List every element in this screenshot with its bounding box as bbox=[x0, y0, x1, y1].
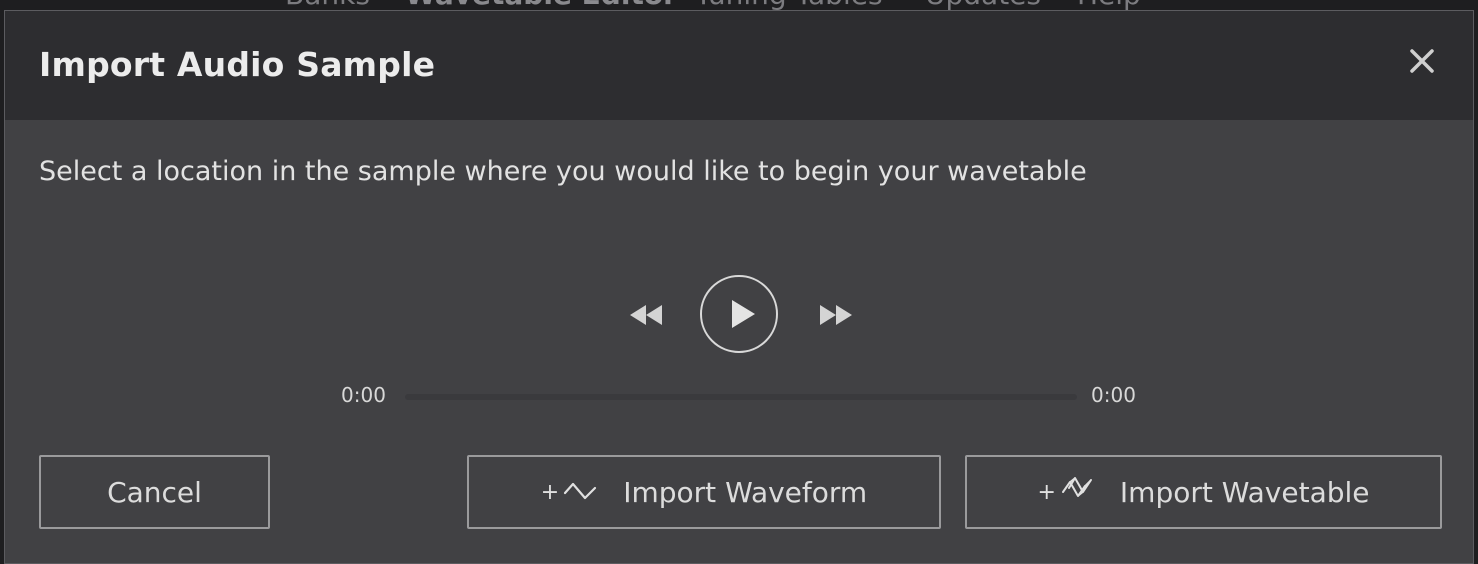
import-wavetable-label: Import Wavetable bbox=[1119, 475, 1370, 509]
fast-forward-icon bbox=[820, 305, 852, 325]
wavetable-icon bbox=[1060, 474, 1094, 511]
import-wavetable-button[interactable]: + Import Wavetable bbox=[965, 455, 1442, 529]
play-button[interactable] bbox=[700, 275, 778, 353]
rewind-icon bbox=[630, 305, 662, 325]
waveform-icon bbox=[563, 476, 597, 509]
plus-icon: + bbox=[1037, 479, 1056, 505]
import-waveform-button[interactable]: + Import Waveform bbox=[467, 455, 941, 529]
cancel-button-label: Cancel bbox=[107, 475, 202, 509]
close-icon bbox=[1410, 49, 1434, 73]
import-waveform-label: Import Waveform bbox=[623, 475, 868, 509]
close-button[interactable] bbox=[1405, 45, 1439, 79]
cancel-button[interactable]: Cancel bbox=[39, 455, 270, 529]
dialog-header: Import Audio Sample bbox=[5, 11, 1473, 120]
fast-forward-button[interactable] bbox=[817, 301, 857, 329]
plus-icon: + bbox=[540, 479, 560, 505]
time-total: 0:00 bbox=[1091, 383, 1136, 407]
rewind-button[interactable] bbox=[627, 301, 667, 329]
dialog-title: Import Audio Sample bbox=[39, 45, 436, 84]
playback-scrubber[interactable] bbox=[405, 394, 1077, 400]
time-current: 0:00 bbox=[341, 383, 386, 407]
play-icon bbox=[732, 300, 755, 328]
import-audio-sample-dialog: Import Audio Sample Select a location in… bbox=[4, 10, 1474, 564]
transport-controls bbox=[5, 273, 1473, 355]
instruction-text: Select a location in the sample where yo… bbox=[39, 156, 1087, 187]
